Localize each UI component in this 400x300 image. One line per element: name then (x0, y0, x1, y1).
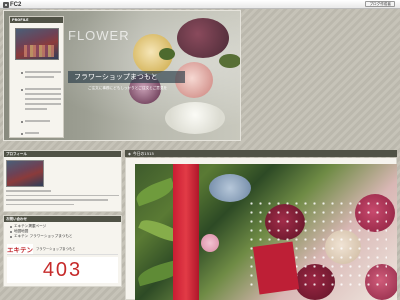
shop-title[interactable]: フラワーショップまつもと (74, 72, 158, 82)
fc2-logo-text: FC2 (10, 1, 22, 8)
bullet-icon (10, 235, 12, 238)
create-blog-button[interactable]: ブログ作成者 (365, 1, 395, 7)
sidebar-link-shop[interactable]: エキテン フラワーショップまつもと (10, 234, 118, 239)
entry-header: ◆ 今日の1515 (125, 150, 397, 157)
ekiten-banner-text: フラワーショップまつもと (36, 247, 76, 252)
ekiten-banner[interactable]: エキテン フラワーショップまつもと (7, 243, 118, 256)
shop-description: ご注文に事務にどもしっかりとご注文とご意見を (88, 86, 168, 90)
blog-header: FLOWER フラワーショップまつもと ご注文に事務にどもしっかりとご注文とご意… (3, 10, 241, 141)
profile-heading: PROFILE (10, 17, 63, 23)
profile-text-lines (21, 71, 61, 140)
bullet-icon (21, 89, 23, 91)
bullet-icon (10, 225, 12, 228)
bullet-icon (21, 121, 23, 123)
ekiten-logo: エキテン (7, 243, 33, 254)
sidebar-profile-block: プロフィール (3, 150, 122, 213)
sidebar-profile-photo (6, 160, 44, 187)
sidebar-profile-heading: プロフィール (4, 151, 121, 157)
banner-403-text: 403 (42, 258, 83, 281)
bullet-icon (10, 230, 12, 233)
fc2-logo[interactable]: FC2 (3, 1, 21, 8)
header-bg-word: FLOWER (68, 28, 130, 43)
entry-bouquet-photo (135, 164, 397, 300)
left-sidebar: プロフィール お問い合わせ エキテン掲載ページ 地図地図 エキテン フラワーショ… (3, 150, 122, 290)
banner-403-image: 403 (7, 257, 118, 284)
message-card (252, 241, 300, 295)
fc2-top-bar: FC2 ブログ作成者 (0, 0, 400, 9)
fc2-logo-icon (3, 1, 9, 8)
header-profile-box: PROFILE (9, 16, 64, 138)
red-ribbon (173, 164, 199, 300)
entry-title[interactable]: 今日の1515 (133, 151, 154, 156)
bullet-icon (21, 133, 23, 135)
diamond-icon: ◆ (128, 151, 131, 156)
profile-photo (15, 28, 59, 60)
bullet-icon (21, 72, 23, 74)
sidebar-link-label: エキテン フラワーショップまつもと (14, 234, 73, 239)
sidebar-link-list: エキテン掲載ページ 地図地図 エキテン フラワーショップまつもと (4, 222, 121, 242)
entry-body (125, 158, 397, 300)
sidebar-profile-text (4, 187, 121, 211)
sidebar-links-block: お問い合わせ エキテン掲載ページ 地図地図 エキテン フラワーショップまつもと … (3, 215, 122, 288)
